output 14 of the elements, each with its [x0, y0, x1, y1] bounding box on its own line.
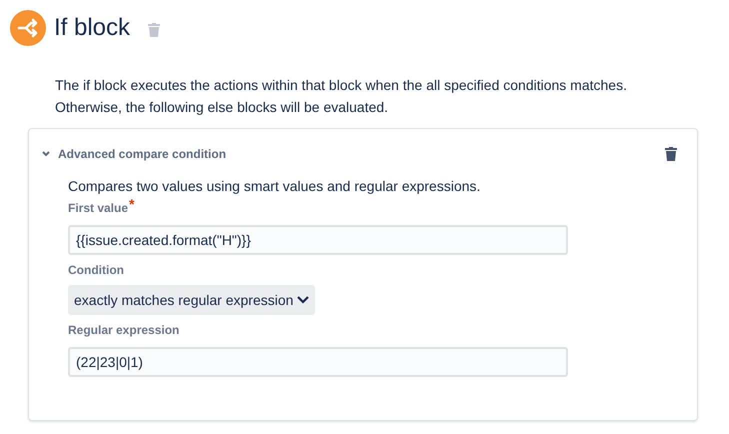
condition-dropdown[interactable]: exactly matches regular expression	[68, 285, 316, 315]
input-field[interactable]: {{issue.created.format("H")}}	[68, 225, 568, 255]
caret-icon	[297, 296, 310, 304]
condition-title[interactable]: Advanced compare condition	[58, 147, 665, 161]
chevron-icon[interactable]	[41, 149, 51, 159]
required-mark: *	[129, 196, 134, 212]
field-label: Regular expression	[68, 323, 180, 337]
field-label: Condition	[68, 263, 124, 277]
input-field[interactable]: (22|23|0|1)	[68, 347, 568, 377]
page-title: If block	[54, 14, 130, 42]
description-text: The if block executes the actions within that block when the all specified conditions matches. Otherwise, the following else blocks will be evaluated.	[55, 76, 628, 117]
condition-description: Compares two values using smart values and regular expressions.	[68, 178, 482, 194]
delete-icon[interactable]	[665, 147, 677, 161]
branch-icon	[10, 10, 46, 46]
